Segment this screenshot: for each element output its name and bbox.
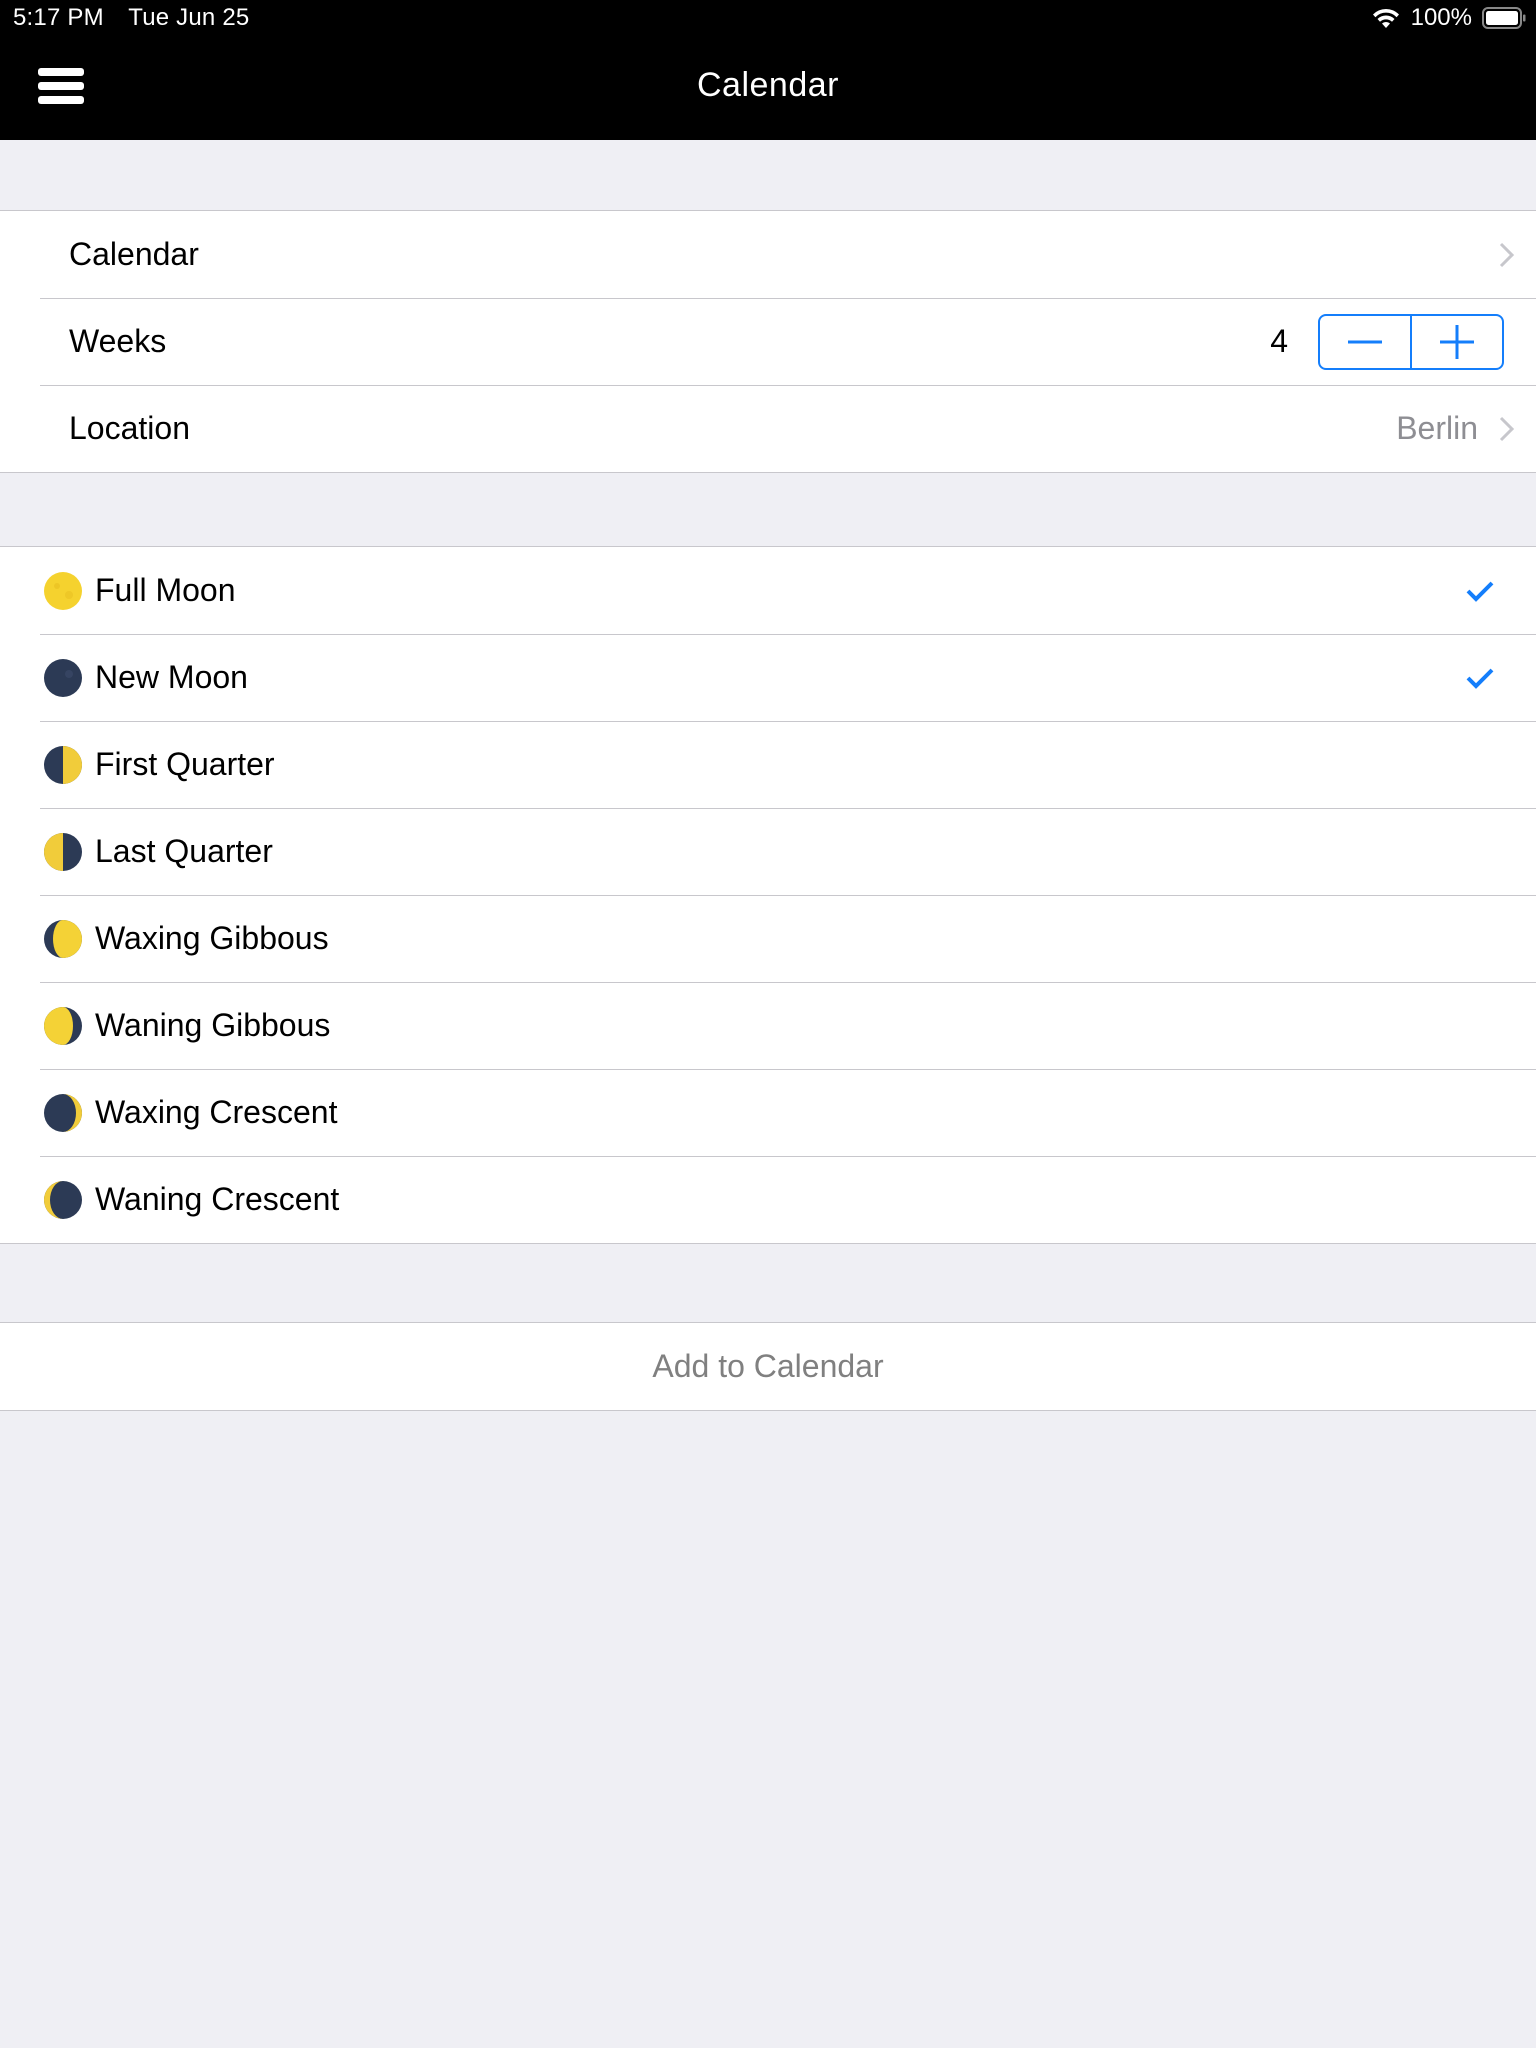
add-to-calendar-row[interactable]: Add to Calendar [0,1323,1536,1410]
phase-row-first-quarter[interactable]: First Quarter [0,721,1536,808]
waxing-gibbous-moon-icon [44,919,82,958]
weeks-label: Weeks [69,323,167,359]
chevron-right-icon [1499,416,1515,441]
new-moon-icon [44,658,82,697]
page-title: Calendar [697,66,839,104]
phase-row-last-quarter[interactable]: Last Quarter [0,808,1536,895]
moon-phase-list: Full Moon New Moon First Quarter Last Qu… [0,546,1536,1244]
waxing-crescent-moon-icon [44,1093,82,1132]
add-to-calendar-button[interactable]: Add to Calendar [652,1348,883,1385]
settings-section: Calendar Weeks 4 Location Berlin [0,210,1536,473]
phase-label: New Moon [95,659,248,695]
location-value: Berlin [1396,410,1478,446]
phase-label: Full Moon [95,572,236,608]
phase-label: Waning Crescent [95,1181,340,1217]
status-time: 5:17 PM [13,4,104,31]
battery-icon [1482,7,1526,29]
status-bar-right: 100% [1371,4,1526,32]
calendar-row[interactable]: Calendar [0,211,1536,298]
location-label: Location [69,410,190,446]
phase-row-new-moon[interactable]: New Moon [0,634,1536,721]
phase-label: First Quarter [95,746,275,782]
weeks-row: Weeks 4 [0,298,1536,385]
phase-row-waxing-gibbous[interactable]: Waxing Gibbous [0,895,1536,982]
phase-label: Last Quarter [95,833,273,869]
top-bar: 5:17 PM Tue Jun 25 100% Calendar [0,0,1536,140]
status-bar-left: 5:17 PM Tue Jun 25 [13,4,267,32]
phase-label: Waning Gibbous [95,1007,331,1043]
waning-crescent-moon-icon [44,1180,82,1219]
weeks-value: 4 [1270,323,1288,359]
increment-button[interactable] [1410,315,1502,368]
last-quarter-moon-icon [44,832,82,871]
phase-label: Waxing Crescent [95,1094,338,1130]
action-section: Add to Calendar [0,1322,1536,1411]
phase-row-full-moon[interactable]: Full Moon [0,547,1536,634]
phase-row-waning-crescent[interactable]: Waning Crescent [0,1156,1536,1243]
battery-percent: 100% [1410,4,1472,31]
phase-label: Waxing Gibbous [95,920,329,956]
plus-icon [1440,324,1474,359]
wifi-icon [1372,8,1399,28]
first-quarter-moon-icon [44,745,82,784]
decrement-button[interactable] [1320,316,1410,368]
status-date: Tue Jun 25 [128,4,250,31]
phase-row-waxing-crescent[interactable]: Waxing Crescent [0,1069,1536,1156]
minus-icon [1348,340,1382,343]
chevron-right-icon [1499,242,1515,267]
phase-row-waning-gibbous[interactable]: Waning Gibbous [0,982,1536,1069]
checkmark-icon [1466,668,1494,689]
location-row[interactable]: Location Berlin [0,385,1536,472]
checkmark-icon [1466,581,1494,602]
full-moon-icon [44,571,82,610]
waning-gibbous-moon-icon [44,1006,82,1045]
weeks-stepper [1318,313,1504,370]
calendar-label: Calendar [69,236,199,272]
